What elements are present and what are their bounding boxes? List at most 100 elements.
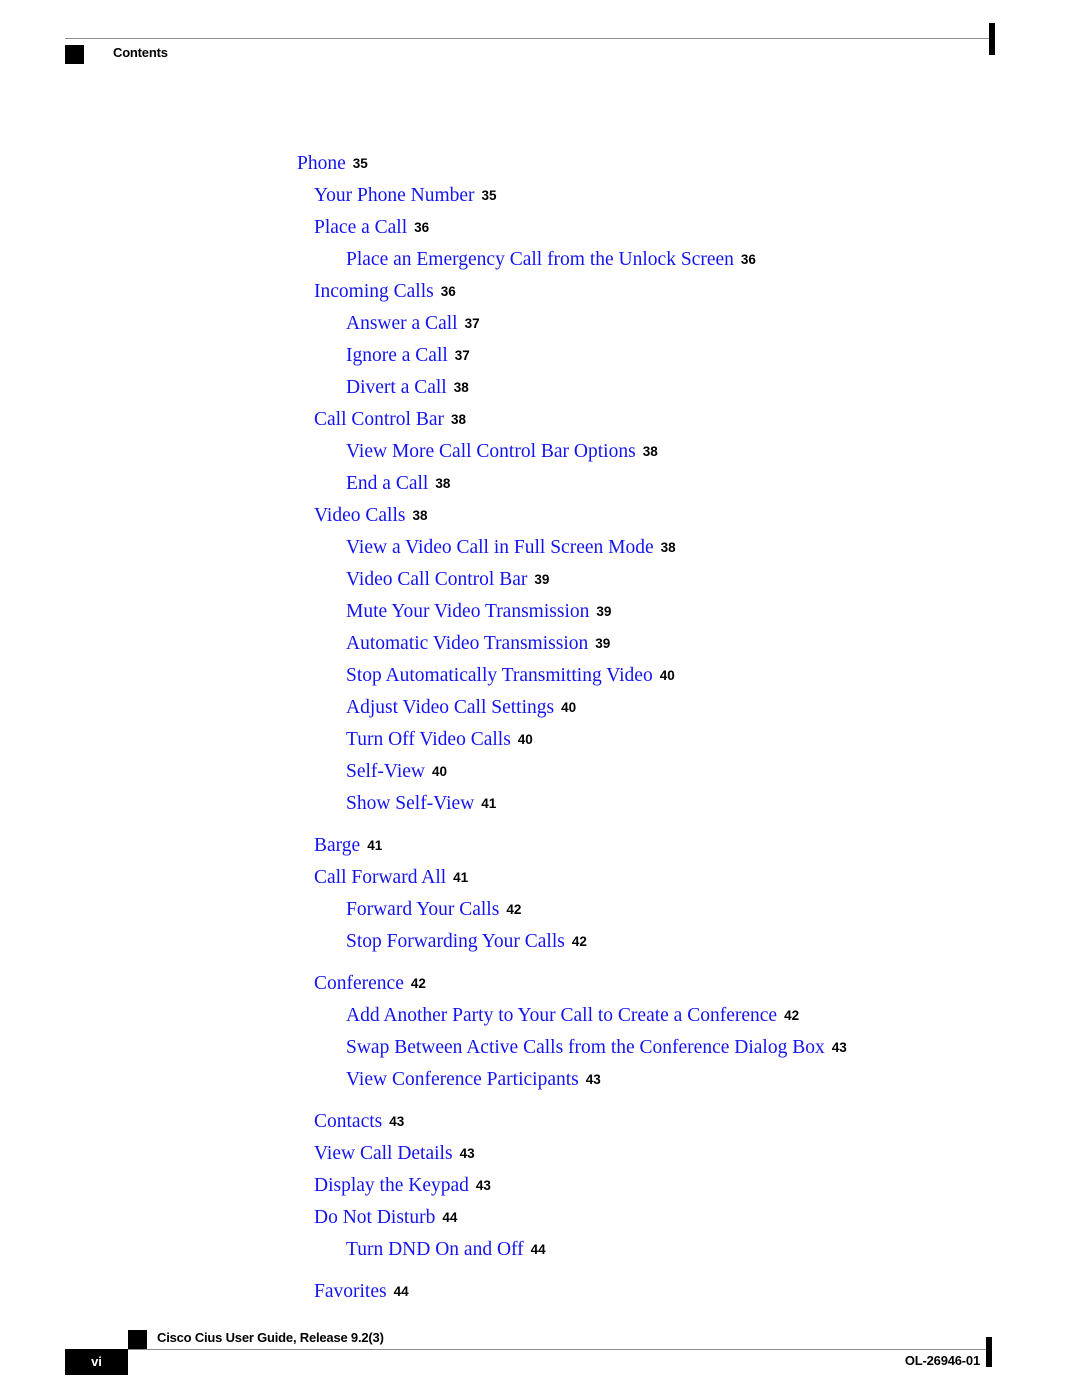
toc-entry[interactable]: Stop Automatically Transmitting Video 40 [0,660,1080,692]
toc-entry-title: Stop Forwarding Your Calls [346,931,565,952]
document-page: Contents Phone 35 Your Phone Number 35 Place… [0,0,1080,1397]
toc-entry-title: Conference [314,973,404,994]
toc-entry-page-number: 36 [740,252,756,267]
toc-entry[interactable]: End a Call 38 [0,468,1080,500]
toc-entry-title: Ignore a Call [346,345,448,366]
toc-entry-page-number: 38 [453,380,469,395]
toc-entry-title: Divert a Call [346,377,447,398]
toc-entry-title: Display the Keypad [314,1175,469,1196]
footer-end-marker-icon [986,1337,992,1367]
toc-entry[interactable]: Answer a Call 37 [0,308,1080,340]
toc-entry-title: Stop Automatically Transmitting Video [346,665,653,686]
toc-entry[interactable]: Display the Keypad 43 [0,1170,1080,1202]
header-square-marker-icon [65,45,84,64]
toc-entry-title: View Conference Participants [346,1069,579,1090]
toc-entry-title: Do Not Disturb [314,1207,436,1228]
toc-entry[interactable]: Call Control Bar 38 [0,404,1080,436]
toc-entry-title: Mute Your Video Transmission [346,601,590,622]
footer-page-number: vi [91,1354,102,1369]
toc-entry[interactable]: View More Call Control Bar Options 38 [0,436,1080,468]
toc-entry-page-number: 41 [481,796,497,811]
toc-entry-title: Swap Between Active Calls from the Confe… [346,1037,825,1058]
toc-entry-title: Barge [314,835,361,856]
toc-entry-page-number: 42 [571,934,587,949]
toc-entry-page-number: 43 [831,1040,847,1055]
toc-entry[interactable]: Incoming Calls 36 [0,276,1080,308]
footer-square-marker-icon [128,1330,147,1349]
page-header: Contents [0,0,1080,90]
toc-entry-page-number: 44 [393,1284,409,1299]
header-end-marker-icon [989,23,995,55]
toc-entry-title: Call Forward All [314,867,447,888]
toc-entry-title: Self-View [346,761,425,782]
footer-guide-title: Cisco Cius User Guide, Release 9.2(3) [157,1330,384,1345]
toc-entry[interactable]: Self-View 40 [0,756,1080,788]
toc-entry[interactable]: Place a Call 36 [0,212,1080,244]
toc-entry[interactable]: Show Self-View 41 [0,788,1080,820]
toc-entry[interactable]: Call Forward All 41 [0,862,1080,894]
toc-entry-title: Video Calls [314,505,406,526]
toc-entry-title: Adjust Video Call Settings [346,697,555,718]
toc-entry-page-number: 44 [530,1242,546,1257]
footer-document-id: OL-26946-01 [904,1353,980,1368]
toc-entry[interactable]: Favorites 44 [0,1276,1080,1308]
toc-entry-title: Incoming Calls [314,281,434,302]
toc-entry[interactable]: Mute Your Video Transmission 39 [0,596,1080,628]
toc-entry-page-number: 42 [506,902,522,917]
toc-entry[interactable]: Place an Emergency Call from the Unlock … [0,244,1080,276]
toc-entry[interactable]: Do Not Disturb 44 [0,1202,1080,1234]
toc-entry-page-number: 40 [431,764,448,779]
toc-entry-page-number: 42 [410,976,426,991]
table-of-contents: Phone 35 Your Phone Number 35 Place a Call 36… [0,148,1080,1308]
toc-entry-page-number: 36 [414,220,430,235]
toc-entry-title: Video Call Control Bar [346,569,528,590]
toc-entry-page-number: 44 [442,1210,458,1225]
toc-entry-page-number: 43 [585,1072,601,1087]
toc-entry[interactable]: Turn DND On and Off 44 [0,1234,1080,1266]
toc-entry-page-number: 36 [440,284,456,299]
toc-entry-page-number: 43 [475,1178,491,1193]
toc-entry-page-number: 38 [642,444,658,459]
toc-entry-title: Place an Emergency Call from the Unlock … [346,249,734,270]
toc-entry[interactable]: Stop Forwarding Your Calls 42 [0,926,1080,958]
toc-entry[interactable]: Swap Between Active Calls from the Confe… [0,1032,1080,1064]
toc-entry-page-number: 41 [453,870,469,885]
toc-entry-title: Favorites [314,1281,387,1302]
toc-entry[interactable]: Barge 41 [0,830,1080,862]
toc-entry[interactable]: View a Video Call in Full Screen Mode 38 [0,532,1080,564]
toc-entry-page-number: 37 [464,316,480,331]
toc-entry[interactable]: Phone 35 [0,148,1080,180]
toc-entry-page-number: 39 [595,636,611,651]
toc-entry[interactable]: Conference 42 [0,968,1080,1000]
header-section-label: Contents [113,45,168,60]
toc-entry[interactable]: Automatic Video Transmission 39 [0,628,1080,660]
toc-entry-page-number: 40 [659,668,675,683]
toc-entry[interactable]: Your Phone Number 35 [0,180,1080,212]
toc-entry-title: Forward Your Calls [346,899,500,920]
toc-entry[interactable]: Video Calls 38 [0,500,1080,532]
toc-entry[interactable]: Contacts 43 [0,1106,1080,1138]
toc-entry[interactable]: Adjust Video Call Settings 40 [0,692,1080,724]
toc-entry-title: Turn DND On and Off [346,1239,524,1260]
toc-entry[interactable]: Video Call Control Bar 39 [0,564,1080,596]
header-rule [65,38,992,39]
toc-entry[interactable]: Divert a Call 38 [0,372,1080,404]
toc-entry-page-number: 38 [412,508,428,523]
toc-entry[interactable]: Forward Your Calls 42 [0,894,1080,926]
toc-entry-page-number: 38 [435,476,451,491]
toc-entry[interactable]: View Conference Participants 43 [0,1064,1080,1096]
toc-entry-page-number: 39 [534,572,550,587]
toc-entry[interactable]: View Call Details 43 [0,1138,1080,1170]
toc-entry-title: Place a Call [314,217,408,238]
toc-entry[interactable]: Ignore a Call 37 [0,340,1080,372]
toc-entry-page-number: 43 [459,1146,475,1161]
toc-entry-page-number: 41 [367,838,383,853]
toc-entry-title: Call Control Bar [314,409,444,430]
toc-entry[interactable]: Add Another Party to Your Call to Create… [0,1000,1080,1032]
toc-entry-title: View a Video Call in Full Screen Mode [346,537,654,558]
toc-entry-page-number: 38 [660,540,676,555]
toc-entry[interactable]: Turn Off Video Calls 40 [0,724,1080,756]
toc-entry-title: Phone [297,153,346,174]
toc-entry-title: View More Call Control Bar Options [346,441,636,462]
toc-entry-page-number: 40 [561,700,577,715]
